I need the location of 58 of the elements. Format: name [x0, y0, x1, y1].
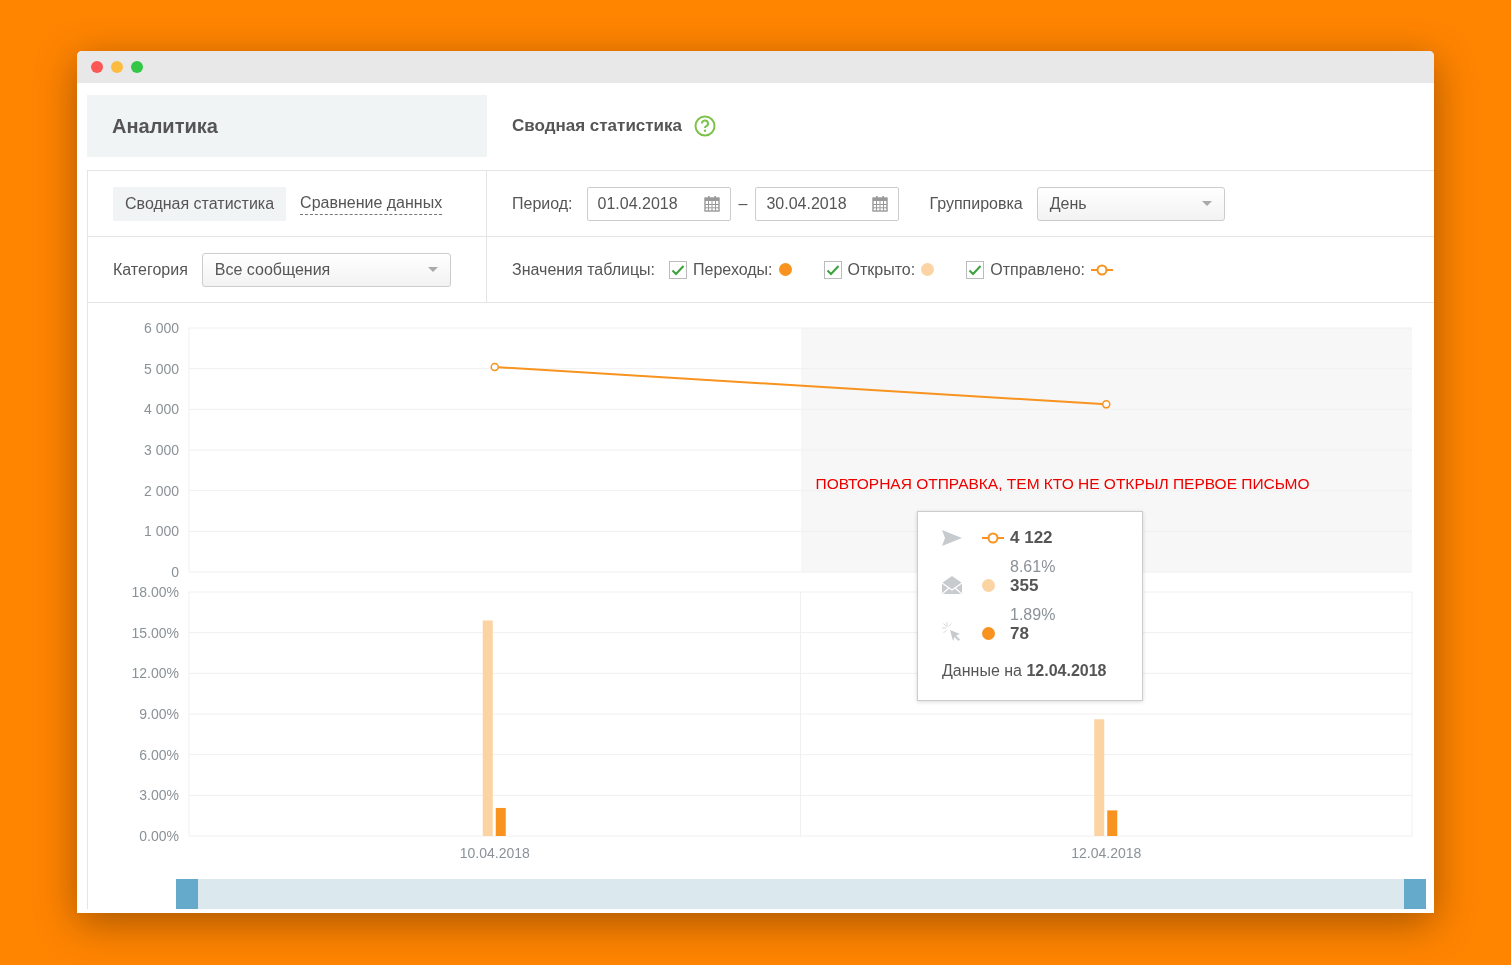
category-label: Категория	[113, 260, 188, 279]
bar	[495, 807, 506, 836]
page-title: Сводная статистика	[512, 116, 683, 136]
open-envelope-icon	[942, 576, 962, 594]
percent-value: 8.61%	[1010, 558, 1056, 576]
cursor-click-icon	[942, 622, 962, 642]
caret-icon	[1201, 201, 1212, 206]
category-dropdown[interactable]: Все сообщения	[201, 252, 451, 287]
tab[interactable]: Сравнение данных	[300, 192, 443, 215]
paper-plane-icon	[942, 530, 962, 546]
help-icon[interactable]	[694, 115, 717, 137]
chart-annotation: ПОВТОРНАЯ ОТПРАВКА, ТЕМ КТО НЕ ОТКРЫЛ ПЕРВОЕ ПИСЬМО	[815, 475, 1310, 492]
table-values-label: Значения таблицы:	[512, 260, 656, 279]
range-navigator[interactable]	[176, 879, 1426, 909]
axis-label: 4 000	[143, 401, 179, 418]
bar	[1107, 810, 1118, 836]
calendar-icon[interactable]	[703, 195, 720, 212]
axis-label: 5 000	[143, 360, 179, 377]
checkbox-label[interactable]: Переходы:	[693, 260, 773, 279]
axis-label: 12.00%	[131, 665, 179, 682]
close-button[interactable]	[91, 61, 103, 73]
period-label: Период:	[512, 194, 573, 213]
tooltip-date: Данные на 12.04.2018	[942, 662, 1108, 680]
axis-label: 10.04.2018	[459, 845, 530, 861]
count-value: 78	[1010, 624, 1030, 644]
checkbox-label[interactable]: Отправлено:	[990, 260, 1085, 279]
range-handle[interactable]	[1404, 879, 1426, 909]
axis-label: 0	[171, 564, 179, 580]
checkbox[interactable]	[823, 260, 842, 279]
range-handle[interactable]	[176, 879, 198, 909]
maximize-button[interactable]	[131, 61, 143, 73]
checkbox-label[interactable]: Открыто:	[847, 260, 916, 279]
axis-label: 6.00%	[139, 746, 179, 763]
axis-label: 18.00%	[131, 584, 179, 600]
axis-label: 15.00%	[131, 624, 179, 641]
date-to-field[interactable]: 30.04.2018	[755, 186, 900, 221]
axis-label: 3.00%	[139, 787, 179, 804]
date-separator: –	[738, 194, 748, 213]
axis-label: 3 000	[143, 442, 179, 458]
sidebar-title: Аналитика	[112, 114, 218, 138]
checkbox[interactable]	[669, 260, 688, 279]
axis-label: 0.00%	[139, 828, 179, 844]
caret-icon	[427, 267, 438, 272]
grouping-label: Группировка	[929, 194, 1023, 213]
percent-value: 1.89%	[1010, 606, 1056, 624]
axis-label: 12.04.2018	[1071, 845, 1142, 861]
count-value: 4 122	[1010, 528, 1053, 548]
calendar-icon[interactable]	[872, 195, 889, 212]
tab[interactable]: Сводная статистика	[113, 186, 287, 221]
axis-label: 9.00%	[139, 706, 179, 722]
grouping-dropdown[interactable]: День	[1036, 186, 1225, 221]
date-from-field[interactable]: 01.04.2018	[586, 186, 731, 221]
axis-label: 1 000	[143, 523, 179, 540]
axis-label: 6 000	[143, 320, 179, 336]
count-value: 355	[1010, 576, 1040, 596]
axis-label: 2 000	[143, 482, 179, 499]
minimize-button[interactable]	[111, 61, 123, 73]
checkbox[interactable]	[966, 260, 985, 279]
